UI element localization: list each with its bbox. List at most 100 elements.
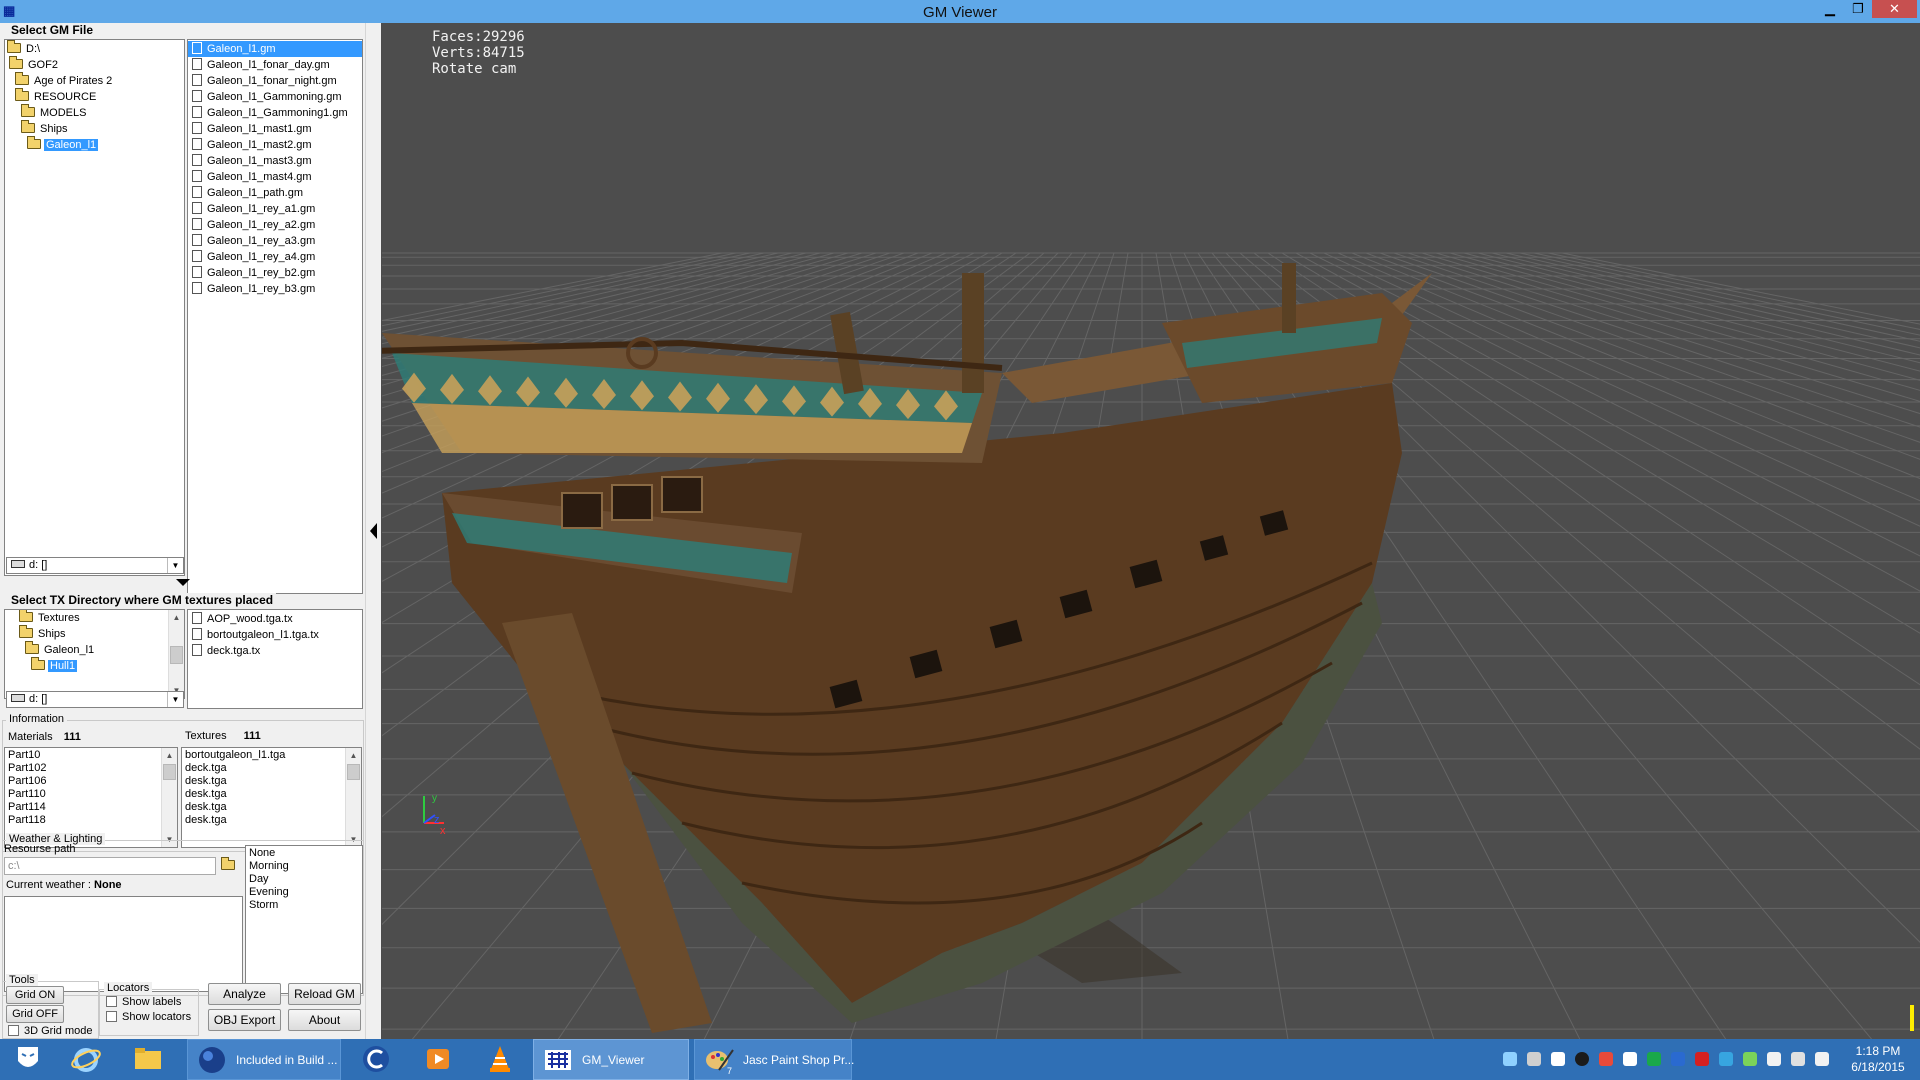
file-item[interactable]: Galeon_l1_rey_a2.gm: [188, 217, 362, 233]
material-item[interactable]: Part106: [5, 775, 177, 788]
system-tray[interactable]: [1503, 1039, 1843, 1080]
weather-option[interactable]: Storm: [246, 899, 362, 912]
about-button[interactable]: About: [288, 1009, 361, 1031]
weather-option[interactable]: Morning: [246, 860, 362, 873]
windows-flag-icon[interactable]: [1551, 1052, 1565, 1066]
materials-scrollbar[interactable]: ▲ ▼: [161, 748, 177, 847]
file-item[interactable]: Galeon_l1.gm: [188, 41, 362, 57]
material-item[interactable]: Part10: [5, 749, 177, 762]
weather-option[interactable]: Day: [246, 873, 362, 886]
title-bar[interactable]: ▦ GM Viewer ▁ ❐ ✕: [0, 0, 1920, 23]
weather-options-list[interactable]: None Morning Day Evening Storm: [245, 845, 363, 994]
splitter-arrow-icon[interactable]: [176, 579, 190, 586]
material-item[interactable]: Part102: [5, 762, 177, 775]
flag-icon[interactable]: [1767, 1052, 1781, 1066]
taskbar-gm-viewer[interactable]: GM_Viewer: [533, 1039, 689, 1080]
show-locators-checkbox[interactable]: Show locators: [106, 1011, 191, 1024]
tx-folder-tree[interactable]: ▲ ▼ TexturesShipsGaleon_l1Hull1: [4, 609, 185, 699]
material-item[interactable]: Part114: [5, 801, 177, 814]
3d-viewport[interactable]: y z x Faces:29296 Verts:84715 Rotate cam: [382, 23, 1920, 1039]
taskbar-internet-explorer[interactable]: [62, 1039, 112, 1080]
grid-on-button[interactable]: Grid ON: [6, 986, 64, 1004]
viewport-canvas[interactable]: y z x: [382, 23, 1920, 1039]
security-icon[interactable]: [1599, 1052, 1613, 1066]
weather-option[interactable]: None: [246, 847, 362, 860]
chevron-down-icon[interactable]: ▼: [167, 692, 183, 707]
gm-file-list[interactable]: Galeon_l1.gm Galeon_l1_fonar_day.gm Galeon…: [187, 39, 363, 594]
textures-scrollbar[interactable]: ▲ ▼: [345, 748, 361, 847]
file-item[interactable]: Galeon_l1_rey_b2.gm: [188, 265, 362, 281]
file-item[interactable]: Galeon_l1_rey_b3.gm: [188, 281, 362, 297]
file-item[interactable]: Galeon_l1_rey_a4.gm: [188, 249, 362, 265]
network-icon[interactable]: [1503, 1052, 1517, 1066]
gm-folder-tree[interactable]: D:\ GOF2 Age of Pirates 2 RESOURCE MODELS Shi…: [4, 39, 185, 576]
file-item[interactable]: bortoutgaleon_l1.tga.tx: [188, 627, 362, 643]
file-item[interactable]: Galeon_l1_rey_a1.gm: [188, 201, 362, 217]
tree-item[interactable]: Hull1: [5, 657, 184, 674]
close-button[interactable]: ✕: [1872, 0, 1917, 18]
tree-item[interactable]: D:\: [5, 40, 184, 57]
analyze-button[interactable]: Analyze: [208, 983, 281, 1005]
tree-item[interactable]: Ships: [5, 120, 184, 137]
material-item[interactable]: Part110: [5, 788, 177, 801]
textures-list[interactable]: bortoutgaleon_l1.tga deck.tga desk.tga desk…: [181, 747, 362, 848]
cloud-icon[interactable]: [1623, 1052, 1637, 1066]
app-tray-icon[interactable]: [1719, 1052, 1733, 1066]
grid-off-button[interactable]: Grid OFF: [6, 1005, 64, 1023]
file-item[interactable]: AOP_wood.tga.tx: [188, 611, 362, 627]
taskbar-file-explorer[interactable]: [124, 1039, 176, 1080]
ship-model[interactable]: [382, 263, 1432, 1033]
taskbar-vlc[interactable]: [476, 1039, 528, 1080]
file-item[interactable]: Galeon_l1_Gammoning1.gm: [188, 105, 362, 121]
tree-item[interactable]: Galeon_l1: [5, 641, 184, 658]
start-button[interactable]: [0, 1039, 50, 1080]
file-item[interactable]: Galeon_l1_mast4.gm: [188, 169, 362, 185]
restore-button[interactable]: ❐: [1844, 0, 1872, 18]
tree-item[interactable]: Ships: [5, 625, 184, 642]
scroll-up-icon[interactable]: ▲: [346, 748, 361, 763]
file-item[interactable]: deck.tga.tx: [188, 643, 362, 659]
tree-item[interactable]: MODELS: [5, 104, 184, 121]
taskbar-media-player[interactable]: [414, 1039, 466, 1080]
scroll-thumb[interactable]: [163, 764, 176, 780]
antivirus-icon[interactable]: [1695, 1052, 1709, 1066]
texture-item[interactable]: deck.tga: [182, 762, 361, 775]
minimize-button[interactable]: ▁: [1816, 0, 1844, 18]
show-labels-checkbox[interactable]: Show labels: [106, 996, 181, 1009]
texture-item[interactable]: desk.tga: [182, 814, 361, 827]
volume-icon[interactable]: [1815, 1052, 1829, 1066]
collapse-left-icon[interactable]: [370, 523, 377, 539]
file-item[interactable]: Galeon_l1_fonar_night.gm: [188, 73, 362, 89]
file-item[interactable]: Galeon_l1_path.gm: [188, 185, 362, 201]
file-item[interactable]: Galeon_l1_mast3.gm: [188, 153, 362, 169]
texture-item[interactable]: desk.tga: [182, 788, 361, 801]
taskbar-paint-shop-pro[interactable]: 7 Jasc Paint Shop Pr...: [694, 1039, 854, 1080]
file-item[interactable]: Galeon_l1_mast1.gm: [188, 121, 362, 137]
taskbar-included-in-build[interactable]: Included in Build ...: [187, 1039, 341, 1080]
scroll-up-icon[interactable]: ▲: [162, 748, 177, 763]
scroll-thumb[interactable]: [347, 764, 360, 780]
file-item[interactable]: Galeon_l1_fonar_day.gm: [188, 57, 362, 73]
wifi-icon[interactable]: [1791, 1052, 1805, 1066]
sync-icon[interactable]: [1671, 1052, 1685, 1066]
tree-item[interactable]: Age of Pirates 2: [5, 72, 184, 89]
monitor-icon[interactable]: [1527, 1052, 1541, 1066]
material-item[interactable]: Part118: [5, 814, 177, 827]
chevron-down-icon[interactable]: ▼: [167, 558, 183, 573]
tree-item[interactable]: GOF2: [5, 56, 184, 73]
reload-gm-button[interactable]: Reload GM: [288, 983, 361, 1005]
3d-grid-checkbox[interactable]: 3D Grid mode: [8, 1025, 92, 1038]
tree-item[interactable]: RESOURCE: [5, 88, 184, 105]
tree-item[interactable]: Textures: [5, 610, 184, 626]
tx-drive-select[interactable]: d: [] ▼: [6, 691, 184, 708]
obj-export-button[interactable]: OBJ Export: [208, 1009, 281, 1031]
file-item[interactable]: Galeon_l1_Gammoning.gm: [188, 89, 362, 105]
tx-file-list[interactable]: AOP_wood.tga.tx bortoutgaleon_l1.tga.tx de…: [187, 609, 363, 709]
taskbar-clock[interactable]: 1:18 PM 6/18/2015: [1838, 1043, 1918, 1075]
weather-option[interactable]: Evening: [246, 886, 362, 899]
file-item[interactable]: Galeon_l1_rey_a3.gm: [188, 233, 362, 249]
update-icon[interactable]: [1743, 1052, 1757, 1066]
green-shield-icon[interactable]: [1647, 1052, 1661, 1066]
resource-path-input[interactable]: c:\: [4, 857, 216, 875]
file-item[interactable]: Galeon_l1_mast2.gm: [188, 137, 362, 153]
